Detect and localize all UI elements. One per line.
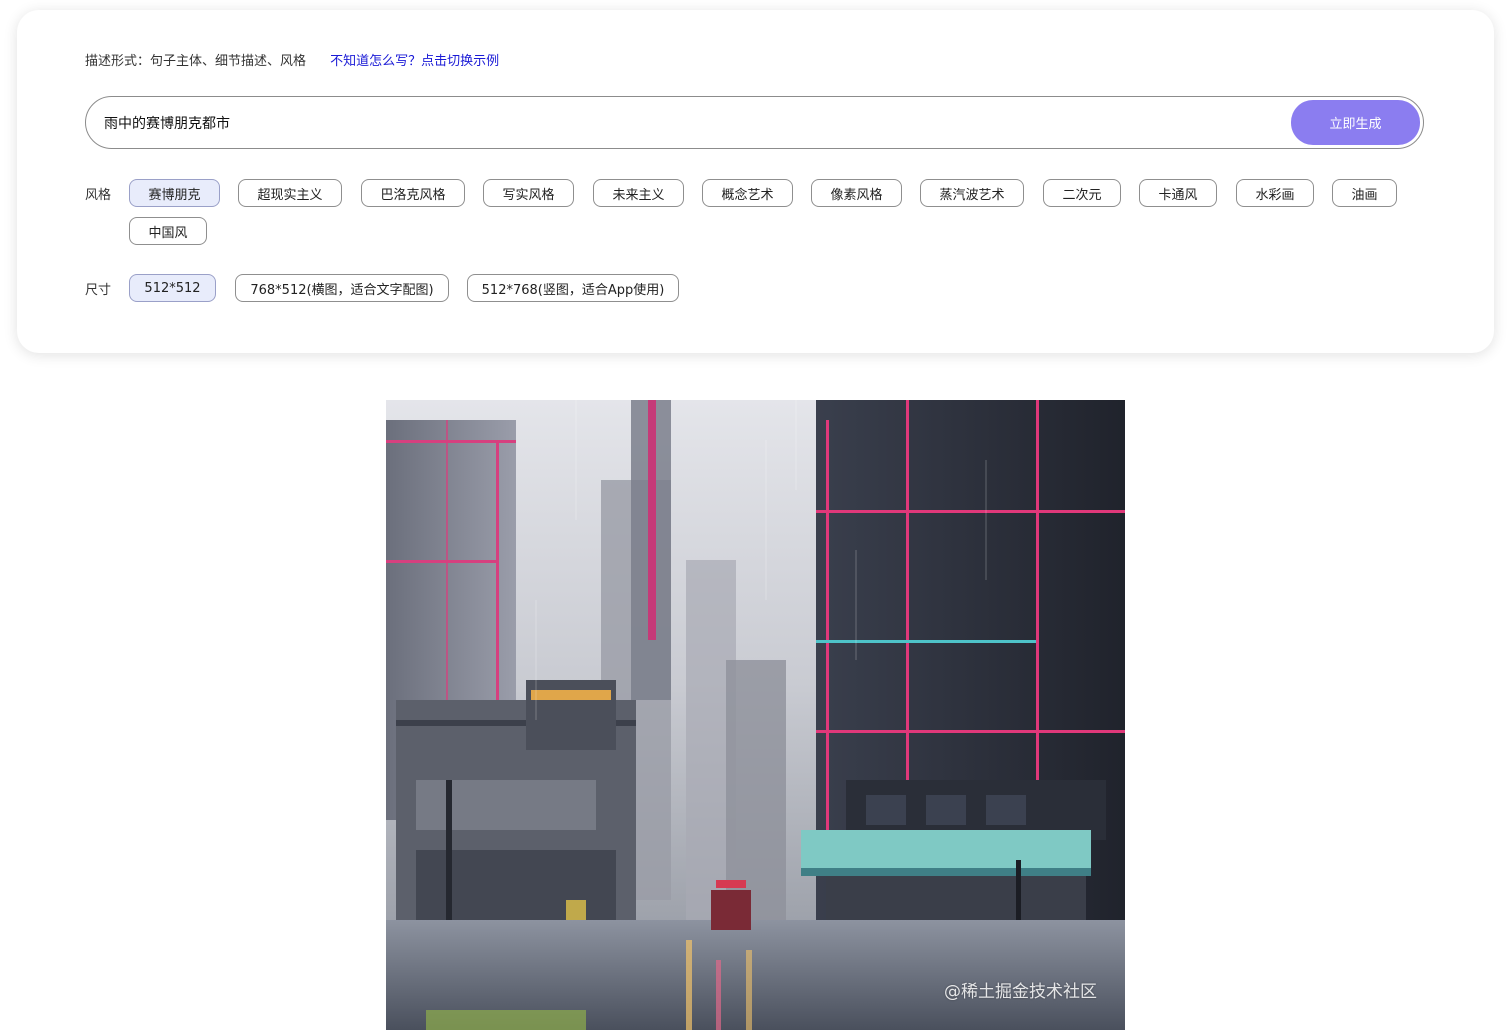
style-chip-baroque[interactable]: 巴洛克风格 — [361, 179, 465, 207]
style-chip-concept-art[interactable]: 概念艺术 — [702, 179, 793, 207]
hint-row: 描述形式：句子主体、细节描述、风格 不知道怎么写？点击切换示例 — [85, 50, 499, 69]
prompt-box: 立即生成 — [85, 96, 1424, 149]
style-chip-oil-painting[interactable]: 油画 — [1332, 179, 1397, 207]
cyberpunk-city-image — [386, 400, 1125, 1030]
style-chip-futurism[interactable]: 未来主义 — [593, 179, 684, 207]
generator-panel: 描述形式：句子主体、细节描述、风格 不知道怎么写？点击切换示例 立即生成 风格 … — [17, 10, 1494, 353]
style-label: 风格 — [85, 188, 112, 203]
style-chip-surrealism[interactable]: 超现实主义 — [238, 179, 342, 207]
size-chip-768x512[interactable]: 768*512(横图，适合文字配图) — [235, 274, 449, 302]
style-chip-watercolor[interactable]: 水彩画 — [1236, 179, 1314, 207]
style-chip-realistic[interactable]: 写实风格 — [483, 179, 574, 207]
style-chip-chinese[interactable]: 中国风 — [129, 217, 207, 245]
style-chip-cyberpunk[interactable]: 赛博朋克 — [129, 179, 220, 207]
style-chip-cartoon[interactable]: 卡通风 — [1139, 179, 1217, 207]
generate-button[interactable]: 立即生成 — [1291, 100, 1420, 145]
style-chip-pixel[interactable]: 像素风格 — [811, 179, 902, 207]
prompt-input[interactable] — [104, 97, 1254, 148]
generated-image: @稀土掘金技术社区 — [386, 400, 1125, 1030]
style-chip-vaporwave[interactable]: 蒸汽波艺术 — [920, 179, 1024, 207]
switch-example-link[interactable]: 不知道怎么写？点击切换示例 — [330, 54, 499, 69]
style-chip-anime[interactable]: 二次元 — [1043, 179, 1121, 207]
watermark: @稀土掘金技术社区 — [944, 982, 1097, 1002]
size-label: 尺寸 — [85, 283, 112, 298]
size-chip-512x768[interactable]: 512*768(竖图，适合App使用) — [467, 274, 679, 302]
description-format-hint: 描述形式：句子主体、细节描述、风格 — [85, 54, 307, 69]
size-chip-512x512[interactable]: 512*512 — [129, 274, 216, 302]
